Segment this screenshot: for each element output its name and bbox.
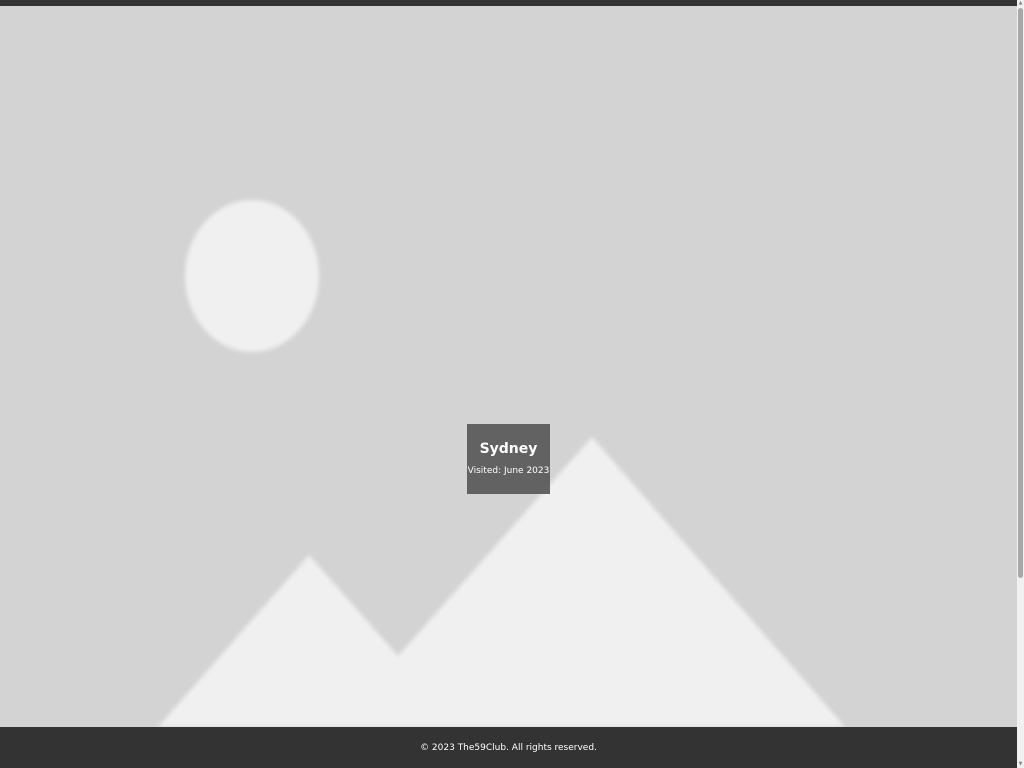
photo-title: Sydney: [479, 441, 538, 457]
scrollbar-thumb[interactable]: [1018, 8, 1023, 578]
footer: © 2023 The59Club. All rights reserved.: [0, 727, 1017, 768]
photo-area: Sydney Visited: June 2023: [0, 6, 1017, 727]
sun-shape: [185, 200, 319, 352]
photo-visited-date: Visited: June 2023: [467, 466, 550, 476]
photo-caption: Sydney Visited: June 2023: [467, 424, 550, 494]
footer-copyright: © 2023 The59Club. All rights reserved.: [420, 742, 597, 753]
scroll-down-icon[interactable]: ▼: [1017, 761, 1024, 768]
scroll-up-icon[interactable]: ▲: [1017, 0, 1024, 7]
vertical-scrollbar[interactable]: ▲ ▼: [1017, 0, 1024, 768]
image-placeholder-icon: [158, 200, 845, 727]
